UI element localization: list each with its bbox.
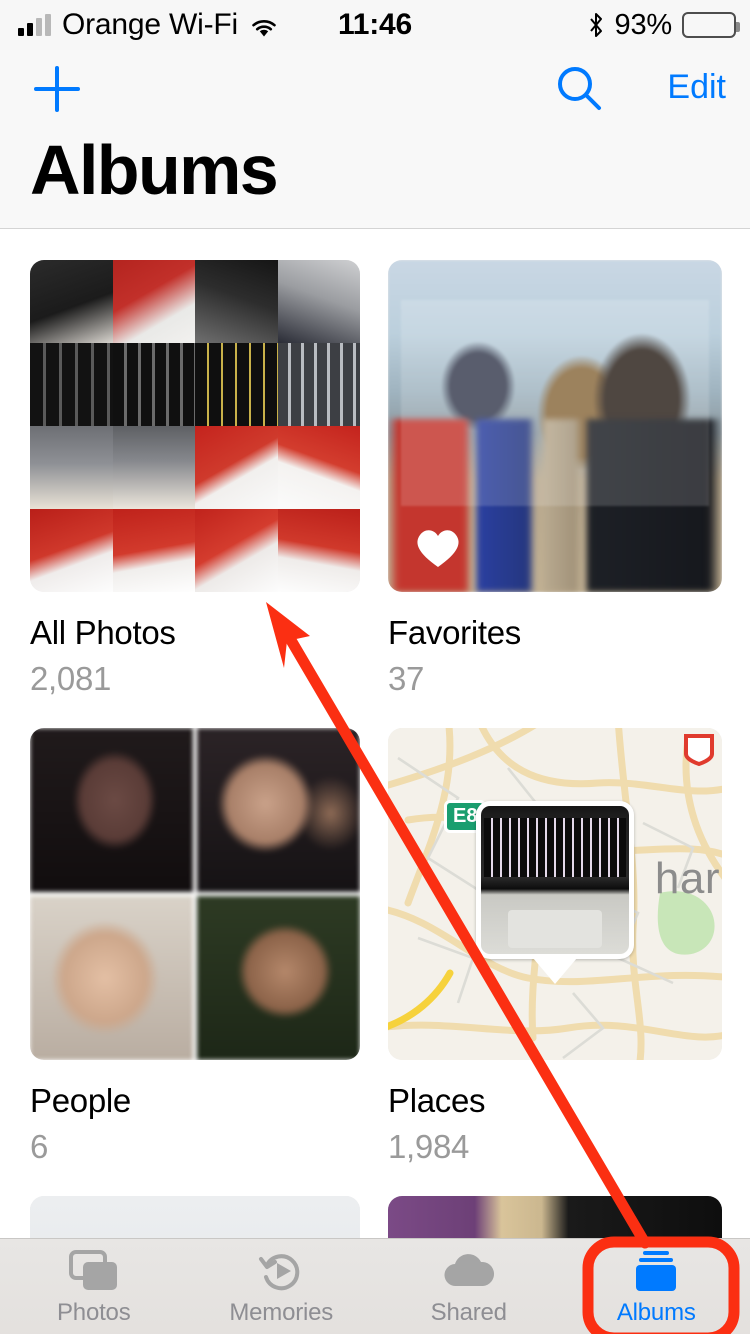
red-shield-icon [682, 732, 716, 766]
battery-icon [682, 12, 740, 38]
faces-grid [30, 728, 360, 1060]
face-thumbnail [197, 728, 360, 892]
album-title: Places [388, 1082, 486, 1119]
album-title: People [30, 1082, 131, 1119]
photos-app-screen: Orange Wi-Fi 11:46 93% Edit Albums All P… [0, 0, 750, 1334]
pin-tail [533, 958, 577, 984]
tab-label: Photos [56, 1298, 131, 1326]
face-thumbnail [30, 728, 193, 892]
tab-photos[interactable]: Photos [0, 1239, 188, 1334]
album-cell-partial-left[interactable] [30, 1196, 360, 1238]
album-cell-partial-right[interactable] [388, 1196, 722, 1238]
tab-albums[interactable]: Albums [563, 1239, 750, 1334]
album-count: 37 [388, 660, 425, 697]
tab-memories[interactable]: Memories [188, 1239, 376, 1334]
status-bar: Orange Wi-Fi 11:46 93% [0, 0, 750, 50]
tab-shared[interactable]: Shared [375, 1239, 563, 1334]
heart-icon [412, 522, 464, 570]
trackpad [507, 909, 603, 949]
cat-board-photo [30, 1196, 360, 1238]
photo-map-pin[interactable] [476, 801, 634, 984]
page-title: Albums [30, 131, 279, 209]
search-button[interactable] [552, 62, 606, 116]
memories-replay-icon [257, 1247, 305, 1295]
photo-collage [30, 260, 360, 592]
album-count: 1,984 [388, 1128, 470, 1165]
keyboard-photo [481, 806, 629, 954]
keyboard-keys [483, 817, 627, 878]
bluetooth-icon [587, 12, 605, 38]
tab-label: Memories [229, 1298, 334, 1326]
album-cell-places[interactable]: har E8 Places 1,984 [388, 728, 722, 1196]
face-thumbnail [197, 896, 360, 1060]
nav-actions: Edit [0, 50, 750, 128]
album-cell-people[interactable]: People 6 [30, 728, 360, 1196]
album-title: All Photos [30, 614, 176, 651]
tab-label: Albums [616, 1298, 696, 1326]
search-icon [558, 67, 601, 110]
status-bar-right: 93% [587, 8, 740, 42]
navigation-bar: Edit Albums [0, 50, 750, 229]
album-cell-favorites[interactable]: Favorites 37 [388, 260, 722, 728]
cat-couch-photo [388, 1196, 722, 1238]
album-thumbnail[interactable] [30, 728, 360, 1060]
map: har E8 [388, 728, 722, 1060]
album-thumbnail[interactable] [388, 260, 722, 592]
plus-icon [34, 66, 80, 112]
album-thumbnail[interactable] [388, 1196, 722, 1238]
add-album-button[interactable] [28, 60, 86, 118]
edit-button[interactable]: Edit [661, 64, 732, 111]
album-count: 2,081 [30, 660, 112, 697]
pin-photo-frame [476, 801, 634, 959]
album-thumbnail[interactable] [30, 260, 360, 592]
face-thumbnail [30, 896, 193, 1060]
album-count: 6 [30, 1128, 49, 1165]
tab-label: Shared [430, 1298, 507, 1326]
album-title: Favorites [388, 614, 522, 651]
photos-stack-icon [68, 1247, 120, 1295]
albums-grid: All Photos 2,081 Favorites 37 People 6 h… [0, 230, 750, 1238]
albums-stack-icon [630, 1247, 682, 1295]
album-thumbnail[interactable] [30, 1196, 360, 1238]
map-place-label: har [654, 854, 720, 904]
tab-bar: Photos Memories Shared Albums [0, 1238, 750, 1334]
shared-cloud-icon [441, 1247, 497, 1295]
albums-scroll-area[interactable]: All Photos 2,081 Favorites 37 People 6 h… [0, 230, 750, 1238]
album-thumbnail[interactable]: har E8 [388, 728, 722, 1060]
album-cell-all-photos[interactable]: All Photos 2,081 [30, 260, 360, 728]
battery-percent-label: 93% [614, 8, 673, 41]
photo-overlay [401, 299, 709, 506]
